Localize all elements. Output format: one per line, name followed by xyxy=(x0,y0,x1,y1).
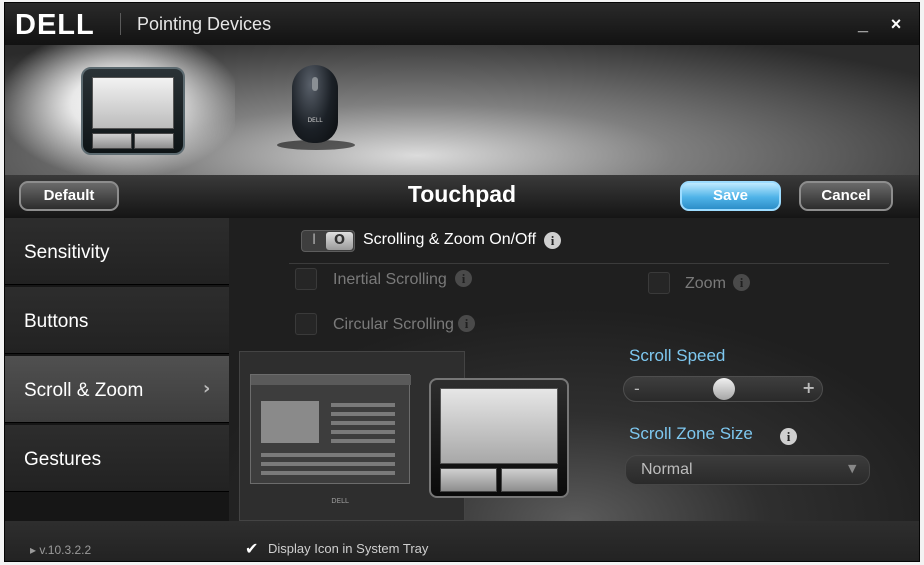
info-icon[interactable]: i xyxy=(780,428,797,445)
circular-scrolling-checkbox[interactable] xyxy=(295,313,317,335)
text-line xyxy=(331,403,395,407)
sidebar-item-sensitivity[interactable]: Sensitivity xyxy=(5,218,229,285)
circular-scrolling-label: Circular Scrolling xyxy=(333,316,454,333)
pointing-devices-window: DELL Pointing Devices _ × DELL Default T… xyxy=(4,2,920,562)
text-line xyxy=(331,430,395,434)
inertial-scrolling-label: Inertial Scrolling xyxy=(333,271,447,288)
chevron-down-icon: ▼ xyxy=(848,462,857,475)
scroll-zoom-toggle[interactable]: I O xyxy=(301,230,355,252)
text-line xyxy=(261,462,395,466)
info-icon[interactable]: i xyxy=(458,315,475,332)
text-line xyxy=(261,453,395,457)
info-icon[interactable]: i xyxy=(455,270,472,287)
version-label[interactable]: ▸ v.10.3.2.2 xyxy=(30,543,91,557)
sidebar-item-label: Sensitivity xyxy=(24,242,110,263)
text-line xyxy=(331,412,395,416)
device-selector-strip: DELL xyxy=(5,45,919,175)
touchpad-illustration-right-button xyxy=(501,468,558,492)
touchpad-illustration-surface xyxy=(440,388,558,464)
settings-sidebar: Sensitivity Buttons Scroll & Zoom › Gest… xyxy=(5,218,229,521)
touchpad-left-button xyxy=(92,133,132,149)
title-divider xyxy=(120,13,121,35)
section-divider xyxy=(289,263,889,264)
scroll-zoom-toggle-label: Scrolling & Zoom On/Off xyxy=(363,231,537,248)
system-tray-label: Display Icon in System Tray xyxy=(268,541,429,556)
sidebar-item-buttons[interactable]: Buttons xyxy=(5,287,229,354)
monitor-brand-label: DELL xyxy=(331,497,349,505)
scroll-illustration: DELL xyxy=(239,351,569,521)
text-line xyxy=(261,471,395,475)
mouse-wheel xyxy=(312,77,318,91)
default-button[interactable]: Default xyxy=(19,181,119,211)
close-button[interactable]: × xyxy=(883,11,909,37)
text-line xyxy=(331,439,395,443)
toggle-knob: O xyxy=(326,232,353,250)
sidebar-item-label: Gestures xyxy=(24,449,102,470)
slider-minus-icon: - xyxy=(634,379,640,398)
cancel-button[interactable]: Cancel xyxy=(799,181,893,211)
title-bar: DELL Pointing Devices _ × xyxy=(5,3,919,45)
slider-thumb[interactable] xyxy=(713,378,735,400)
save-button[interactable]: Save xyxy=(680,181,781,211)
zoom-checkbox[interactable] xyxy=(648,272,670,294)
touchpad-illustration xyxy=(429,378,569,498)
toggle-on-mark: I xyxy=(312,232,317,248)
action-toolbar: Default Touchpad Save Cancel xyxy=(5,175,919,218)
minimize-button[interactable]: _ xyxy=(850,11,876,37)
info-icon[interactable]: i xyxy=(733,274,750,291)
sidebar-item-scroll-zoom[interactable]: Scroll & Zoom › xyxy=(5,356,229,423)
sidebar-item-label: Scroll & Zoom xyxy=(24,380,144,401)
screen-image-block xyxy=(261,401,319,443)
scroll-speed-title: Scroll Speed xyxy=(629,346,726,365)
chevron-right-icon: › xyxy=(203,378,211,399)
footer-bar: ▸ v.10.3.2.2 ✔ Display Icon in System Tr… xyxy=(5,521,919,561)
scroll-zone-size-title: Scroll Zone Size xyxy=(629,424,753,443)
system-tray-checkbox[interactable]: ✔ xyxy=(245,539,261,558)
touchpad-surface xyxy=(92,77,174,129)
zoom-label: Zoom xyxy=(685,275,726,292)
screen-title-bar xyxy=(251,375,411,385)
mouse-device-icon[interactable]: DELL xyxy=(292,65,338,143)
touchpad-illustration-left-button xyxy=(440,468,497,492)
scroll-speed-slider[interactable]: - + xyxy=(623,376,823,402)
mouse-brand-label: DELL xyxy=(307,117,323,124)
scroll-zoom-panel: I O Scrolling & Zoom On/Off i Inertial S… xyxy=(229,218,919,521)
window-title: Pointing Devices xyxy=(137,14,272,34)
touchpad-device-icon[interactable] xyxy=(81,67,185,155)
touchpad-right-button xyxy=(134,133,174,149)
dell-logo: DELL xyxy=(15,9,95,41)
scroll-zone-size-select[interactable]: Normal ▼ xyxy=(625,455,870,485)
info-icon[interactable]: i xyxy=(544,232,561,249)
sidebar-item-label: Buttons xyxy=(24,311,89,332)
text-line xyxy=(331,421,395,425)
inertial-scrolling-checkbox[interactable] xyxy=(295,268,317,290)
slider-plus-icon: + xyxy=(802,378,816,397)
screen-illustration xyxy=(250,374,411,484)
scroll-zone-size-value: Normal xyxy=(641,461,693,478)
sidebar-item-gestures[interactable]: Gestures xyxy=(5,425,229,492)
panel-title: Touchpad xyxy=(407,181,517,207)
version-text: v.10.3.2.2 xyxy=(39,543,92,557)
